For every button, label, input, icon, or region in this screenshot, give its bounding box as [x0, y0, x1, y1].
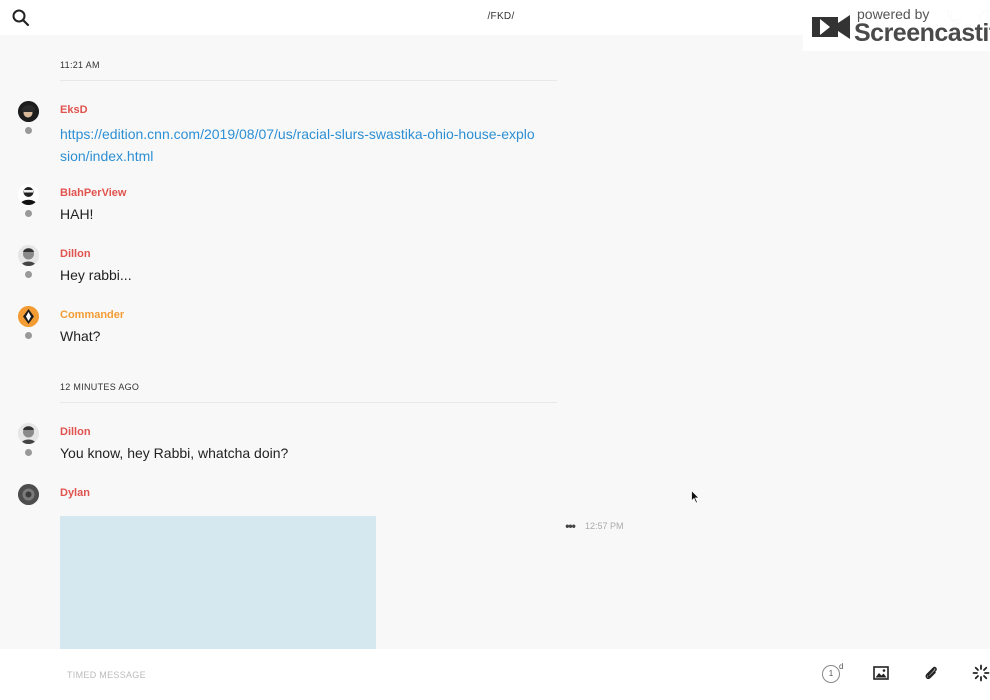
attach-file-button[interactable]	[923, 664, 939, 682]
composer-bar: 1 d	[0, 649, 990, 700]
avatar[interactable]	[18, 101, 39, 122]
message-item: Dillon You know, hey Rabbi, whatcha doin…	[0, 423, 700, 468]
presence-dot	[25, 271, 32, 278]
message-link[interactable]: https://edition.cnn.com/2019/08/07/us/ra…	[60, 123, 540, 167]
message-author[interactable]: Commander	[60, 309, 124, 321]
avatar[interactable]	[18, 184, 39, 205]
timer-icon: 1	[822, 665, 840, 683]
message-text: What?	[60, 328, 101, 344]
gif-spinner-icon	[972, 664, 990, 682]
gif-button[interactable]	[972, 664, 990, 682]
time-separator: 12 MINUTES AGO	[60, 382, 557, 403]
message-author[interactable]: EksD	[60, 104, 88, 116]
message-input[interactable]	[67, 668, 667, 682]
screencastify-logo	[812, 15, 850, 39]
more-dots-icon[interactable]: •••	[563, 519, 577, 533]
time-separator: 11:21 AM	[60, 60, 557, 81]
presence-dot	[25, 332, 32, 339]
message-item: Dillon Hey rabbi...	[0, 245, 700, 290]
message-author[interactable]: Dylan	[60, 487, 90, 499]
presence-dot	[25, 210, 32, 217]
screencastify-watermark: powered by Screencastify	[803, 3, 990, 51]
message-image[interactable]	[60, 516, 376, 650]
message-item: Dylan	[0, 484, 700, 514]
message-text: You know, hey Rabbi, whatcha doin?	[60, 445, 289, 461]
message-timestamp: 12:57 PM	[585, 521, 624, 531]
avatar[interactable]	[18, 423, 39, 444]
message-author[interactable]: Dillon	[60, 426, 91, 438]
message-text: Hey rabbi...	[60, 267, 132, 283]
avatar[interactable]	[18, 306, 39, 327]
avatar[interactable]	[18, 245, 39, 266]
avatar[interactable]	[18, 484, 39, 505]
cursor-icon	[691, 490, 700, 504]
image-icon	[873, 666, 889, 680]
presence-dot	[25, 449, 32, 456]
presence-dot	[25, 127, 32, 134]
watermark-brand: Screencastify	[854, 19, 990, 47]
message-text: HAH!	[60, 206, 94, 222]
image-upload-button[interactable]	[873, 666, 889, 680]
message-author[interactable]: BlahPerView	[60, 187, 126, 199]
message-item: Commander What?	[0, 306, 700, 351]
timer-unit: d	[839, 662, 844, 671]
message-item: BlahPerView HAH!	[0, 184, 700, 229]
message-author[interactable]: Dillon	[60, 248, 91, 260]
timer-button[interactable]: 1 d	[822, 662, 846, 684]
message-item: EksD https://edition.cnn.com/2019/08/07/…	[0, 101, 700, 171]
paperclip-icon	[925, 666, 937, 680]
